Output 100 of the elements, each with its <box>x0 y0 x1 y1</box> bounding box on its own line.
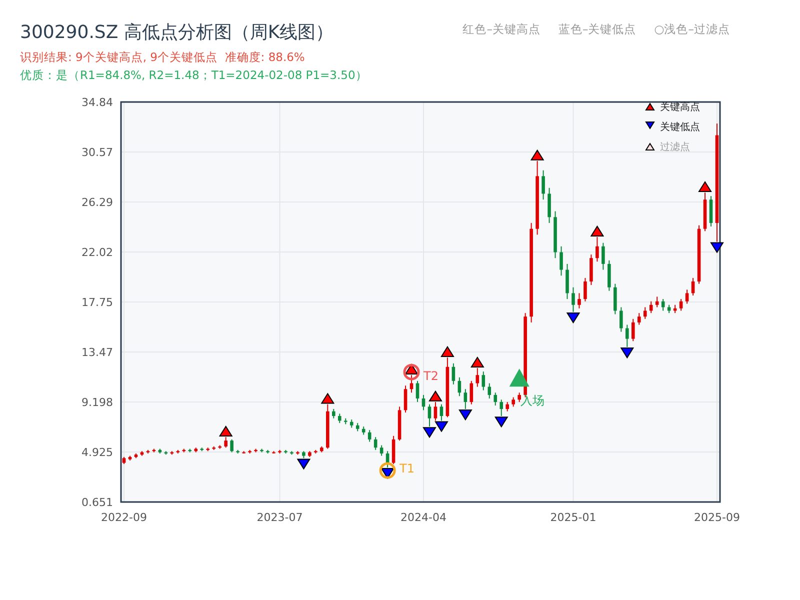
candlestick <box>260 448 264 453</box>
candlestick <box>709 196 713 227</box>
candlestick <box>446 357 450 418</box>
candlestick <box>638 312 641 326</box>
candlestick <box>667 304 671 314</box>
candlestick <box>122 456 126 464</box>
quality-summary: 优质：是（R1=84.8%, R2=1.48；T1=2024-02-08 P1=3.50） <box>20 68 368 83</box>
candlestick <box>542 170 545 200</box>
candlestick <box>272 450 276 454</box>
candlestick <box>392 435 396 464</box>
candlestick <box>380 444 384 456</box>
candlestick <box>416 380 420 402</box>
candlestick <box>500 399 504 417</box>
candlestick <box>230 438 234 453</box>
y-tick-label: 9.198 <box>82 396 113 409</box>
y-tick-label: 17.75 <box>82 296 113 309</box>
y-tick-label: 13.47 <box>82 346 113 360</box>
candlestick <box>655 296 659 308</box>
candlestick <box>470 380 474 405</box>
candlestick <box>158 448 162 454</box>
candlestick <box>584 277 587 302</box>
candlestick <box>278 449 282 454</box>
candlestick <box>320 446 324 453</box>
low-point-marker <box>645 122 655 130</box>
candlestick <box>164 450 168 456</box>
candlestick <box>488 382 492 399</box>
candlestick <box>590 254 593 286</box>
x-tick-label: 2025-09 <box>694 511 740 524</box>
annotation-label: T1 <box>400 462 415 476</box>
y-tick-label: 30.57 <box>82 146 113 159</box>
high-point-marker <box>645 102 655 110</box>
color-hint: ○浅色–过滤点 <box>654 22 730 38</box>
entry-marker <box>509 368 530 387</box>
candlestick <box>368 430 372 442</box>
candlestick <box>344 418 348 425</box>
candlestick <box>506 401 509 412</box>
candlestick <box>266 449 270 454</box>
candlestick <box>386 450 390 468</box>
candlestick <box>494 392 498 406</box>
candlestick <box>254 448 258 453</box>
color-hint: 蓝色–关键低点 <box>558 22 636 38</box>
result-summary: 识别结果: 9个关键高点, 9个关键低点 准确度: 88.6% <box>20 50 306 65</box>
candlestick <box>560 246 563 276</box>
candlestick <box>464 388 468 410</box>
y-tick-label: 34.84 <box>82 96 113 109</box>
candlestick <box>566 263 569 300</box>
legend-label: 关键低点 <box>660 122 700 133</box>
y-tick-label: 26.29 <box>82 196 113 210</box>
candlestick <box>626 324 629 348</box>
candlestick <box>596 236 599 262</box>
candlestick <box>632 318 635 342</box>
highlight-ring <box>403 364 420 380</box>
x-tick-label: 2024-04 <box>400 511 446 524</box>
candlestick <box>608 260 611 292</box>
annotation-label: T2 <box>424 369 438 384</box>
candlestick <box>703 192 707 232</box>
candlestick <box>170 450 174 456</box>
candlestick <box>649 300 653 314</box>
candlestick <box>428 404 432 428</box>
candlestick <box>554 210 557 259</box>
candlestick <box>200 447 204 452</box>
y-tick-label: 4.925 <box>82 446 113 459</box>
candlestick <box>140 450 144 456</box>
candlestick <box>685 289 689 304</box>
x-tick-label: 2023-07 <box>256 511 303 524</box>
x-tick-label: 2022-09 <box>101 511 147 524</box>
candlestick <box>248 449 252 454</box>
candlestick <box>440 404 444 422</box>
candlestick <box>434 401 438 422</box>
candlestick <box>482 371 486 391</box>
candlestick <box>512 396 515 408</box>
candlestick <box>452 362 456 385</box>
candlestick <box>338 413 342 424</box>
candlestick <box>326 404 330 450</box>
candlestick <box>476 368 480 388</box>
candlestick <box>691 277 695 296</box>
candlestick <box>236 449 240 454</box>
candlestick <box>679 298 683 312</box>
candlestick <box>548 187 551 224</box>
candlestick <box>308 450 312 458</box>
chart-title: 300290.SZ 高低点分析图（周K线图） <box>20 21 335 44</box>
candlestick <box>620 306 623 332</box>
x-tick-label: 2025-01 <box>550 511 596 524</box>
candlestick <box>302 450 306 459</box>
candlestick <box>182 448 186 453</box>
candlestick <box>398 406 402 442</box>
candlestick <box>296 450 300 456</box>
candlestick <box>242 450 246 454</box>
candlestick <box>350 419 354 428</box>
candlestick <box>356 422 360 432</box>
candlestick <box>602 242 605 270</box>
candlestick <box>152 448 156 453</box>
highlight-ring <box>379 462 396 479</box>
candlestick <box>134 452 138 459</box>
candlestick <box>332 408 336 419</box>
y-tick-label: 0.651 <box>82 496 113 509</box>
legend-label: 过滤点 <box>660 142 690 153</box>
candlestick <box>518 392 521 402</box>
candlestick <box>614 283 617 315</box>
filtered-point-marker <box>645 142 655 150</box>
